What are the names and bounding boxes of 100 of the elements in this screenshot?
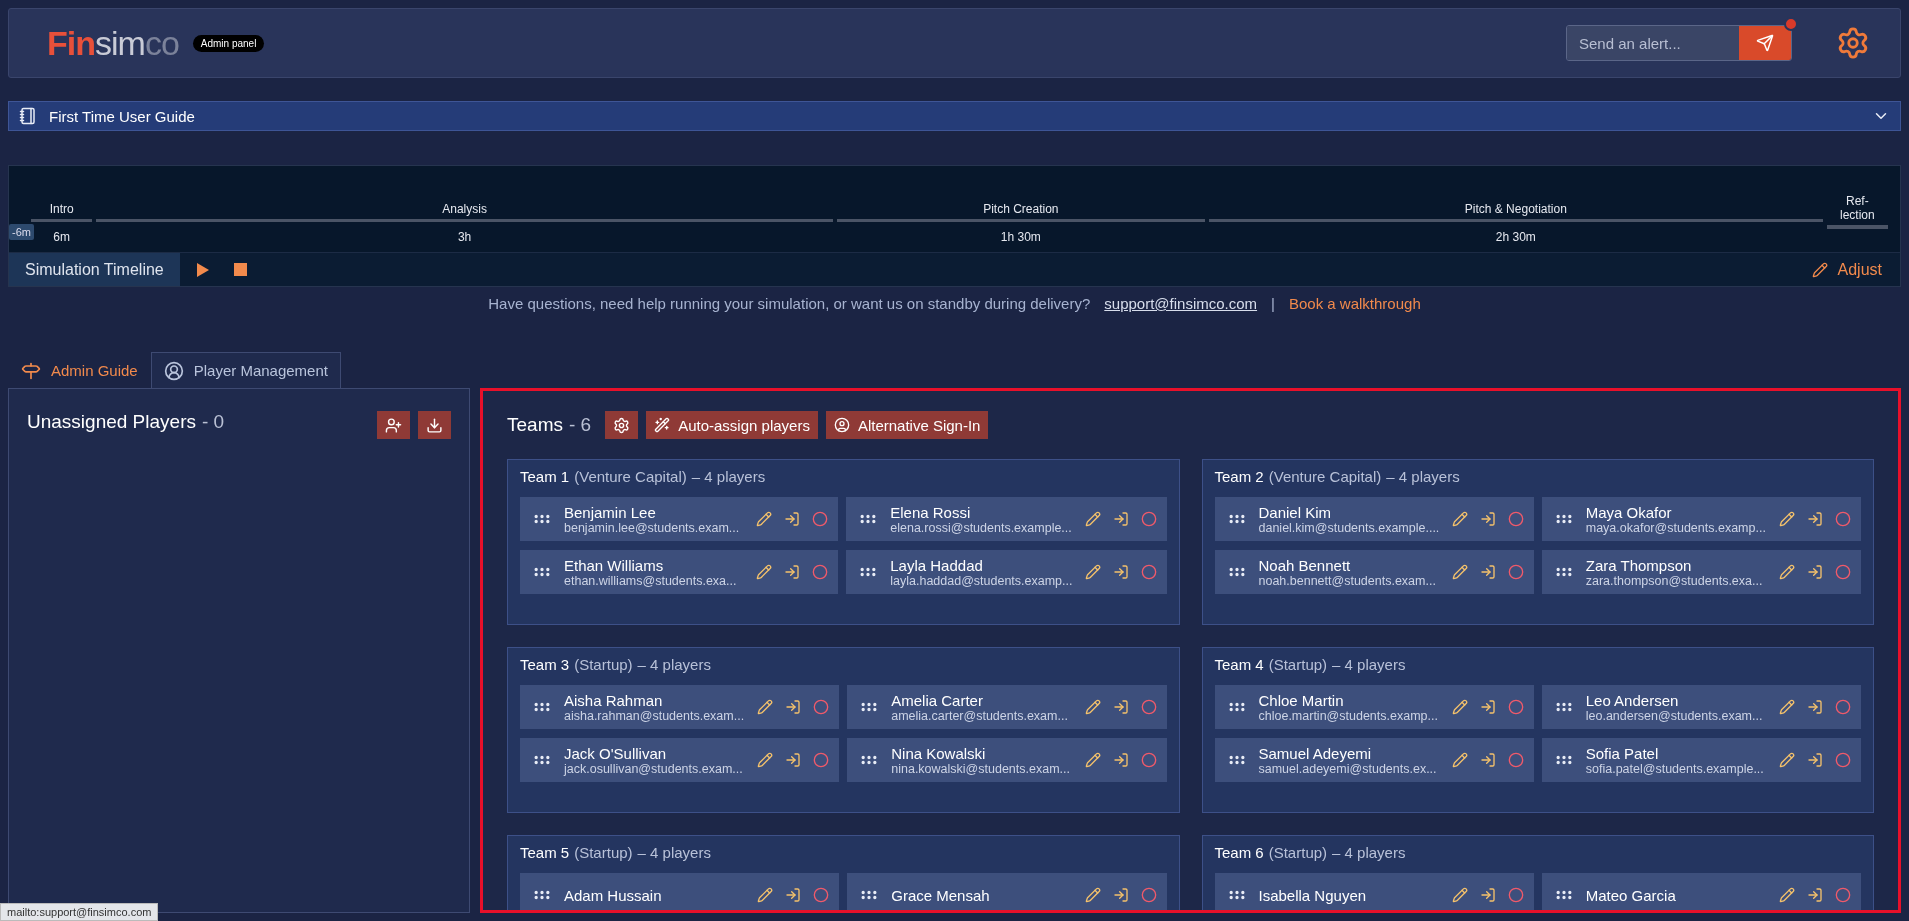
edit-button[interactable] (1084, 887, 1101, 903)
player-card[interactable]: Ethan Williams ethan.williams@students.exa... (520, 550, 839, 594)
phase-label: Intro (49, 200, 74, 216)
edit-button[interactable] (757, 887, 774, 903)
player-card[interactable]: Amelia Carter amelia.carter@students.exam... (847, 685, 1167, 729)
edit-button[interactable] (1084, 511, 1101, 527)
login-button[interactable] (1807, 752, 1823, 768)
login-button[interactable] (1479, 699, 1496, 715)
action-button[interactable]: Alternative Sign-In (825, 411, 989, 439)
pencil-icon (1779, 564, 1795, 580)
login-button[interactable] (1807, 511, 1823, 527)
pencil-icon (1451, 752, 1468, 768)
action-button[interactable]: Auto-assign players (646, 411, 818, 439)
player-card[interactable]: Samuel Adeyemi samuel.adeyemi@students.ex... (1214, 738, 1534, 782)
edit-button[interactable] (1084, 752, 1101, 768)
player-card[interactable]: Layla Haddad layla.haddad@students.examp... (846, 550, 1167, 594)
login-icon (1112, 887, 1129, 903)
add-user-icon (385, 416, 402, 434)
guide-title: First Time User Guide (49, 107, 196, 125)
edit-button[interactable] (1451, 887, 1468, 903)
download-button[interactable] (418, 411, 451, 439)
notebook-icon (19, 107, 37, 125)
player-card[interactable]: Chloe Martin chloe.martin@students.examp... (1214, 685, 1534, 729)
pencil-icon (757, 887, 774, 903)
edit-button[interactable] (1779, 752, 1795, 768)
tab[interactable]: Admin Guide (8, 352, 151, 388)
edit-button[interactable] (757, 699, 774, 715)
player-card[interactable]: Benjamin Lee benjamin.lee@students.exam... (520, 497, 839, 541)
edit-button[interactable] (1451, 511, 1468, 527)
login-button[interactable] (785, 752, 802, 768)
alert-field[interactable]: Send an alert... (1566, 25, 1792, 61)
circle-icon (813, 752, 830, 768)
edit-button[interactable] (1779, 564, 1795, 580)
edit-button[interactable] (1451, 752, 1468, 768)
pencil-icon (1779, 752, 1795, 768)
player-card[interactable]: Nina Kowalski nina.kowalski@students.exam... (847, 738, 1167, 782)
settings-button[interactable] (1836, 26, 1870, 60)
login-button[interactable] (1479, 564, 1496, 580)
player-card[interactable]: Isabella Nguyen (1214, 873, 1534, 910)
player-card[interactable]: Zara Thompson zara.thompson@students.exa... (1541, 550, 1861, 594)
login-button[interactable] (785, 699, 802, 715)
player-count: - 0 (202, 411, 225, 433)
team-settings-button[interactable] (605, 411, 639, 439)
edit-button[interactable] (1779, 699, 1795, 715)
play-button[interactable] (195, 261, 210, 278)
player-card[interactable]: Leo Andersen leo.andersen@students.exam... (1541, 685, 1861, 729)
circle-icon (1140, 887, 1157, 903)
login-button[interactable] (784, 564, 801, 580)
player-card[interactable]: Adam Hussain (520, 873, 840, 910)
player-card[interactable]: Maya Okafor maya.okafor@students.examp... (1541, 497, 1861, 541)
circle-icon (813, 887, 830, 903)
walkthrough-link[interactable]: Book a walkthrough (1289, 295, 1421, 312)
circle-icon (812, 511, 829, 527)
player-card[interactable]: Jack O'Sullivan jack.osullivan@students.exam... (520, 738, 840, 782)
edit-button[interactable] (1451, 699, 1468, 715)
login-icon (784, 511, 801, 527)
player-card[interactable]: Daniel Kim daniel.kim@students.example.... (1214, 497, 1534, 541)
tab[interactable]: Player Management (150, 352, 341, 388)
phase-bar (31, 218, 93, 222)
adjust-button[interactable]: Adjust (1805, 259, 1888, 280)
login-button[interactable] (1112, 752, 1129, 768)
login-button[interactable] (784, 511, 801, 527)
pencil-icon (756, 564, 773, 580)
send-button[interactable] (1739, 26, 1791, 60)
edit-button[interactable] (757, 752, 774, 768)
login-button[interactable] (1479, 511, 1496, 527)
login-button[interactable] (1112, 887, 1129, 903)
login-button[interactable] (1807, 699, 1823, 715)
login-button[interactable] (1479, 752, 1496, 768)
add-player-button[interactable] (377, 411, 410, 439)
player-card[interactable]: Elena Rossi elena.rossi@students.example... (846, 497, 1167, 541)
edit-button[interactable] (1084, 564, 1101, 580)
player-name: Noah Bennett (1258, 556, 1352, 574)
player-card[interactable]: Sofia Patel sofia.patel@students.example... (1541, 738, 1861, 782)
guide-bar[interactable]: First Time User Guide (8, 101, 1901, 131)
edit-button[interactable] (1779, 887, 1795, 903)
login-icon (1479, 887, 1496, 903)
login-button[interactable] (1807, 564, 1823, 580)
edit-button[interactable] (1451, 564, 1468, 580)
player-name: Elena Rossi (890, 503, 972, 521)
player-card[interactable]: Grace Mensah (847, 873, 1167, 910)
login-button[interactable] (1479, 887, 1496, 903)
player-card[interactable]: Mateo Garcia (1541, 873, 1861, 910)
edit-button[interactable] (756, 511, 773, 527)
player-card[interactable]: Noah Bennett noah.bennett@students.exam... (1214, 550, 1534, 594)
player-card[interactable]: Aisha Rahman aisha.rahman@students.exam... (520, 685, 840, 729)
support-email-link[interactable]: support@finsimco.com (1104, 295, 1258, 312)
edit-button[interactable] (756, 564, 773, 580)
circle-icon (1140, 699, 1157, 715)
stop-button[interactable] (233, 263, 247, 276)
login-button[interactable] (1112, 564, 1129, 580)
login-button[interactable] (1807, 887, 1823, 903)
login-button[interactable] (1112, 699, 1129, 715)
login-button[interactable] (1112, 511, 1129, 527)
login-button[interactable] (785, 887, 802, 903)
edit-button[interactable] (1084, 699, 1101, 715)
circle-icon (1835, 752, 1851, 768)
panel-title: Teams (507, 414, 563, 436)
player-name: Leo Andersen (1585, 691, 1680, 709)
edit-button[interactable] (1779, 511, 1795, 527)
